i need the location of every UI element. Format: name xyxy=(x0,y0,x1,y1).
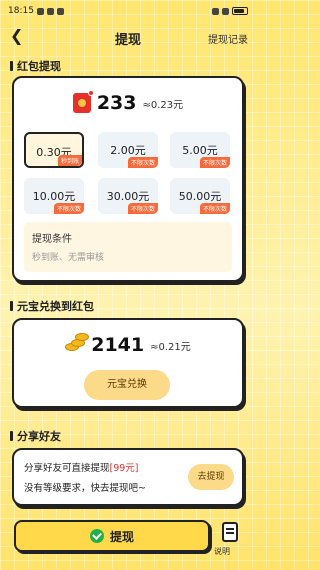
withdraw-option-1[interactable]: 2.00元 不限次数 xyxy=(98,132,158,168)
redpacket-amount: 233 xyxy=(96,92,137,114)
option-amount: 10.00元 xyxy=(32,190,76,203)
section-title-ingot: 元宝兑换到红包 xyxy=(10,298,94,314)
gold-ingot-icon xyxy=(65,333,90,353)
ingot-balance: 2141 ≈0.21元 xyxy=(14,333,242,356)
status-time: 18:15 xyxy=(8,6,34,16)
header: ❮ 提现 提现记录 xyxy=(0,24,256,50)
exchange-ingot-button[interactable]: 元宝兑换 xyxy=(84,370,170,400)
option-tag: 不限次数 xyxy=(199,157,230,168)
option-amount: 30.00元 xyxy=(106,190,150,203)
share-prefix: 分享好友可直接提现 xyxy=(24,463,110,474)
status-bar: 18:15 xyxy=(0,0,256,22)
redpacket-card: 233 ≈0.23元 0.30元 秒到账 2.00元 不限次数 5.00元 不限… xyxy=(12,76,244,282)
ingot-amount: 2141 xyxy=(91,334,145,356)
share-card: 分享好友可直接提现[99元] 没有等级要求，快去提现吧~ 去提现 xyxy=(12,448,244,506)
section-title-share: 分享好友 xyxy=(10,428,61,444)
notification-icon xyxy=(36,7,44,15)
download-icon xyxy=(46,7,54,15)
option-tag: 不限次数 xyxy=(127,157,158,168)
ingot-approx: ≈0.21元 xyxy=(150,341,191,353)
ingot-card: 2141 ≈0.21元 元宝兑换 xyxy=(12,318,244,408)
wifi-icon xyxy=(212,7,219,15)
wechat-pay-icon xyxy=(89,529,104,543)
option-tag: 秒到账 xyxy=(57,155,82,166)
redpacket-balance: 233 ≈0.23元 xyxy=(14,90,242,114)
withdraw-option-5[interactable]: 50.00元 不限次数 xyxy=(170,178,230,214)
app-icon xyxy=(56,7,64,15)
option-amount: 5.00元 xyxy=(182,144,218,157)
go-withdraw-button[interactable]: 去提现 xyxy=(188,464,234,490)
withdraw-records-link[interactable]: 提现记录 xyxy=(208,31,248,46)
condition-title: 提现条件 xyxy=(32,234,72,245)
red-packet-icon xyxy=(72,90,94,113)
document-icon[interactable] xyxy=(222,522,238,542)
side-label: 说明 xyxy=(214,547,230,556)
withdraw-option-0[interactable]: 0.30元 秒到账 xyxy=(24,132,84,168)
option-tag: 不限次数 xyxy=(199,203,230,214)
withdraw-option-2[interactable]: 5.00元 不限次数 xyxy=(170,132,230,168)
share-text: 分享好友可直接提现[99元] xyxy=(24,460,139,474)
redpacket-approx: ≈0.23元 xyxy=(142,99,184,111)
withdraw-option-3[interactable]: 10.00元 不限次数 xyxy=(24,178,84,214)
withdraw-button-label: 提现 xyxy=(109,529,134,544)
withdraw-condition: 提现条件 秒到账、无需审核 xyxy=(24,222,232,272)
option-amount: 2.00元 xyxy=(110,144,146,157)
share-subtext: 没有等级要求，快去提现吧~ xyxy=(24,483,146,494)
signal-icon xyxy=(222,7,229,15)
section-title-redpacket: 红包提现 xyxy=(10,58,61,74)
option-tag: 不限次数 xyxy=(127,203,158,214)
condition-desc: 秒到账、无需审核 xyxy=(32,253,105,263)
withdraw-option-4[interactable]: 30.00元 不限次数 xyxy=(98,178,158,214)
option-tag: 不限次数 xyxy=(53,203,84,214)
withdraw-button[interactable]: 提现 xyxy=(14,520,210,552)
option-amount: 50.00元 xyxy=(178,190,222,203)
share-highlight: [99元] xyxy=(109,463,139,474)
battery-icon xyxy=(232,7,248,15)
